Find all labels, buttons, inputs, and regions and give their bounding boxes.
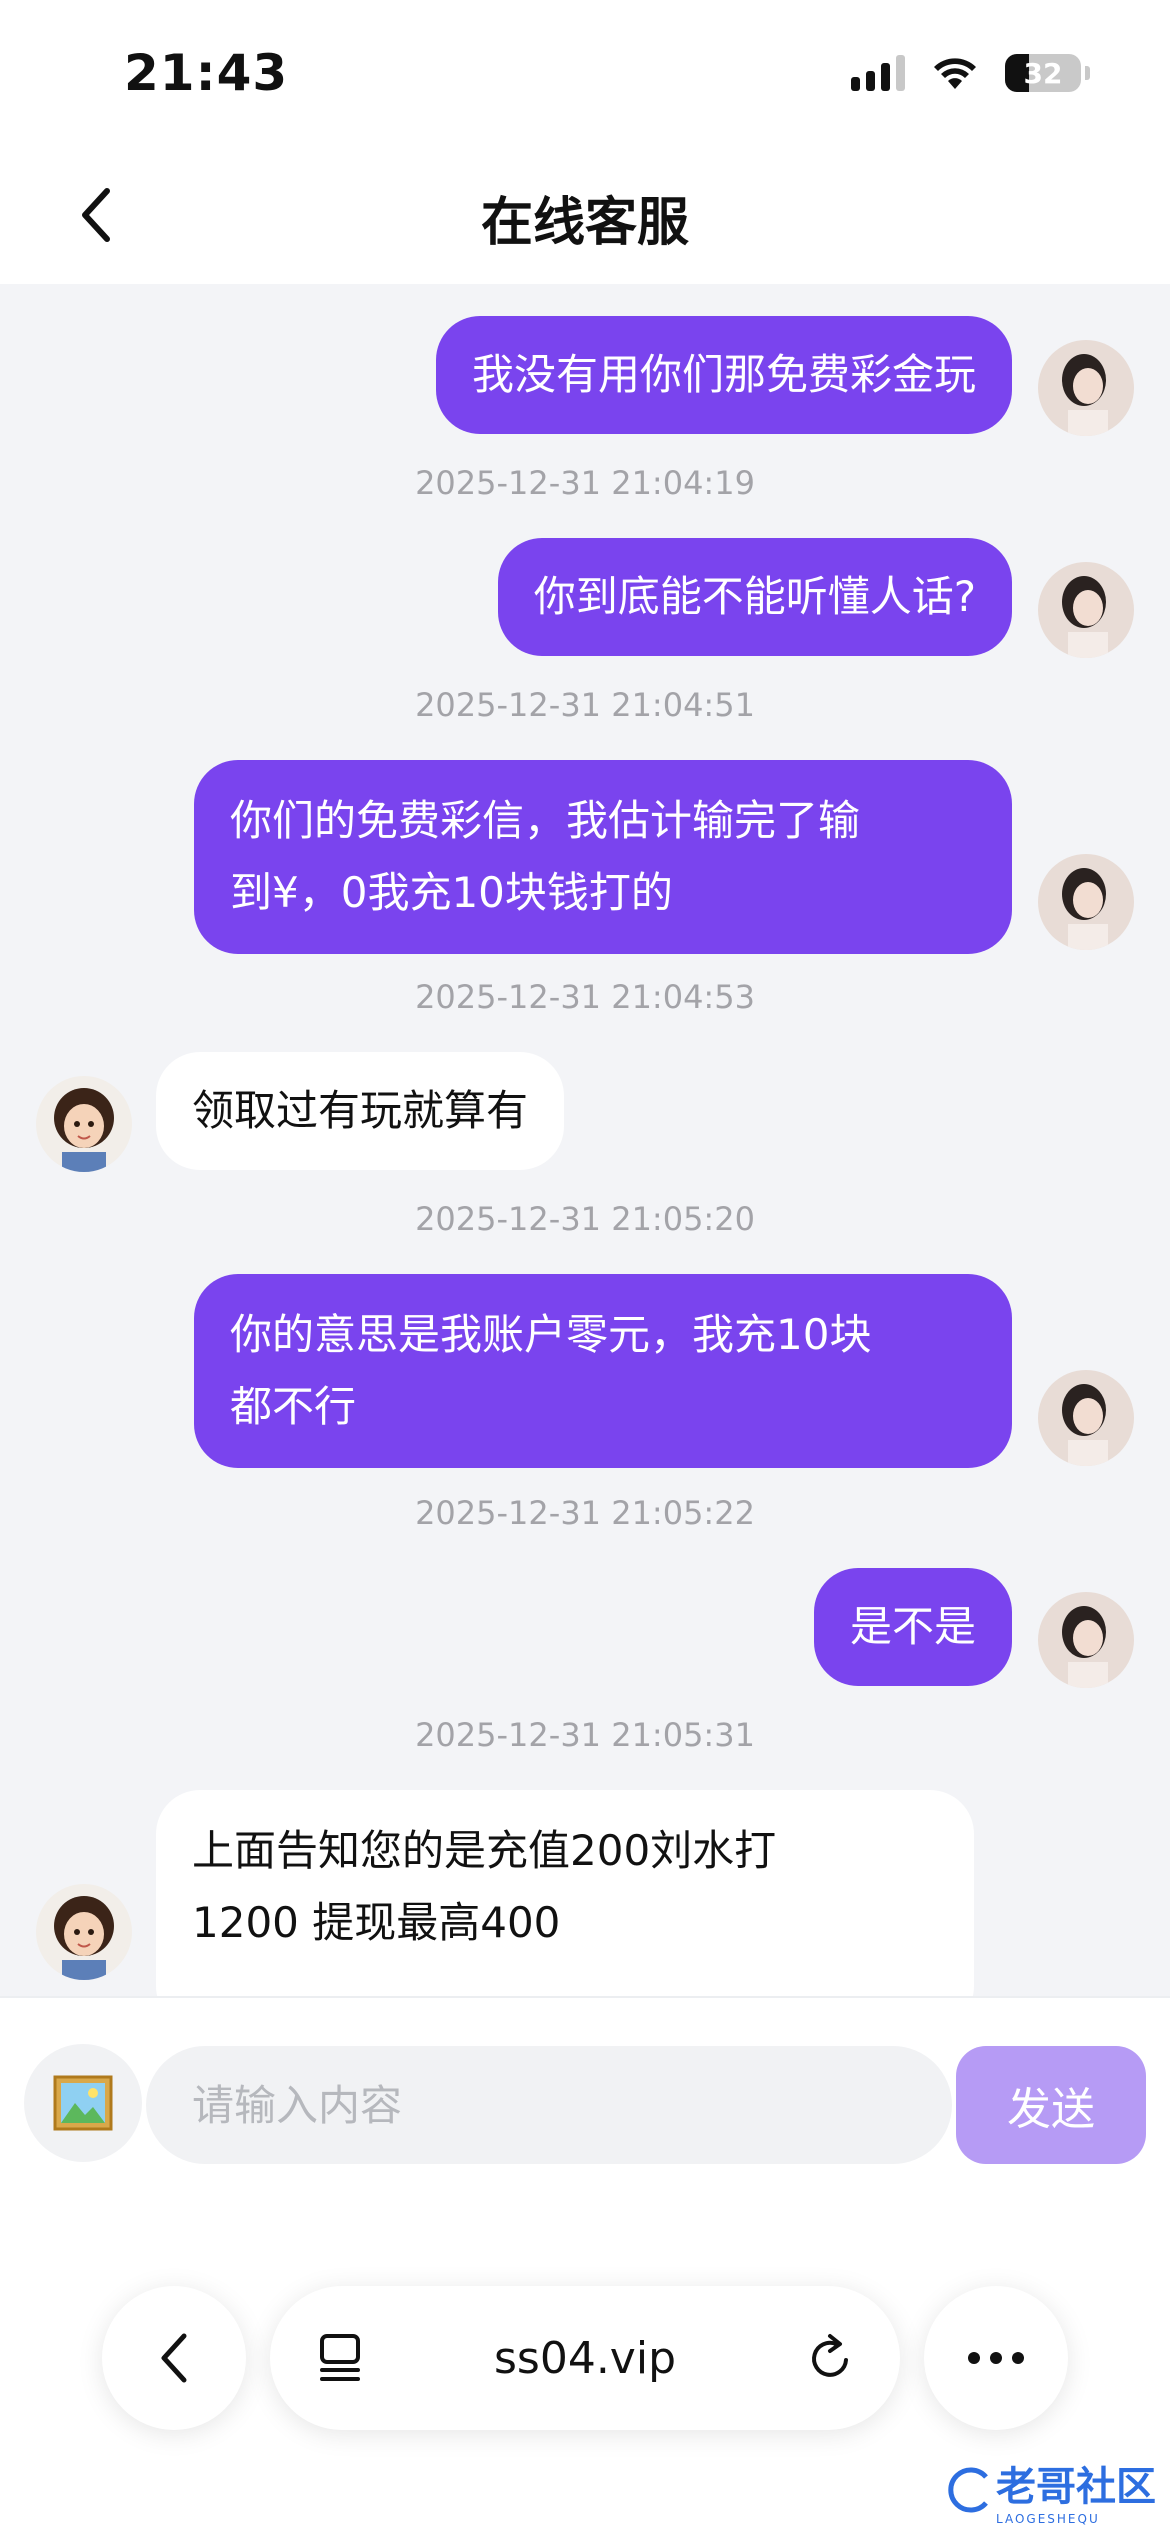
signal-icon bbox=[851, 55, 905, 91]
message-bubble-outgoing: 你们的免费彩信，我估计输完了输 到¥，0我充10块钱打的 bbox=[194, 760, 1012, 954]
browser-back-button[interactable] bbox=[102, 2286, 246, 2430]
message-text: 是不是 bbox=[849, 1602, 976, 1651]
url-text: ss04.vip bbox=[493, 2332, 676, 2384]
chat-messages[interactable]: 我没有用你们那免费彩金玩 2025-12-31 21:04:19 你到底能不能听… bbox=[0, 284, 1170, 1996]
user-avatar[interactable] bbox=[1038, 562, 1134, 658]
battery-cap bbox=[1085, 66, 1090, 80]
user-avatar[interactable] bbox=[1038, 340, 1134, 436]
dragon-logo-icon bbox=[948, 2467, 988, 2513]
message-text-line: 都不行 bbox=[230, 1382, 357, 1431]
chevron-left-icon bbox=[161, 2333, 187, 2383]
message-text: 我没有用你们那免费彩金玩 bbox=[471, 350, 976, 399]
image-upload-button[interactable] bbox=[24, 2044, 142, 2162]
browser-toolbar: ss04.vip 老哥社区 LAOGESHEQU bbox=[0, 2196, 1170, 2532]
address-bar[interactable]: ss04.vip bbox=[270, 2286, 900, 2430]
message-text: 你到底能不能听懂人话? bbox=[533, 572, 976, 621]
message-timestamp: 2025-12-31 21:04:19 bbox=[415, 464, 755, 502]
watermark: 老哥社区 LAOGESHEQU bbox=[946, 2454, 1156, 2526]
message-text: 领取过有玩就算有 bbox=[192, 1086, 529, 1135]
message-text-line: 上面告知您的是充值200刘水打 bbox=[192, 1826, 777, 1875]
more-icon bbox=[968, 2352, 1024, 2364]
message-timestamp: 2025-12-31 21:04:53 bbox=[415, 978, 755, 1016]
message-text-line: 你的意思是我账户零元，我充10块 bbox=[230, 1310, 872, 1359]
user-avatar[interactable] bbox=[1038, 1370, 1134, 1466]
status-icons: 32 bbox=[851, 54, 1090, 92]
message-text-line: 到¥，0我充10块钱打的 bbox=[230, 868, 673, 917]
battery-icon: 32 bbox=[1005, 54, 1081, 92]
send-button[interactable]: 发送 bbox=[956, 2046, 1146, 2164]
message-bubble-outgoing: 我没有用你们那免费彩金玩 bbox=[435, 316, 1012, 434]
tabs-icon bbox=[320, 2334, 360, 2381]
message-text-line: 1200 提现最高400 bbox=[192, 1898, 561, 1947]
watermark-subtext: LAOGESHEQU bbox=[996, 2512, 1100, 2526]
message-timestamp: 2025-12-31 21:05:20 bbox=[415, 1200, 755, 1238]
message-bubble-incoming: 领取过有玩就算有 bbox=[156, 1052, 565, 1170]
user-avatar[interactable] bbox=[1038, 854, 1134, 950]
message-bubble-incoming: 上面告知您的是充值200刘水打 1200 提现最高400 bbox=[156, 1790, 974, 1996]
chat-header: 在线客服 bbox=[0, 150, 1170, 284]
message-input-bar: 发送 bbox=[0, 1996, 1170, 2196]
battery-level: 32 bbox=[1023, 56, 1063, 90]
message-timestamp: 2025-12-31 21:05:22 bbox=[415, 1494, 755, 1532]
message-text-line: 你们的免费彩信，我估计输完了输 bbox=[230, 796, 861, 845]
message-bubble-outgoing: 是不是 bbox=[813, 1568, 1012, 1686]
picture-icon bbox=[53, 2075, 113, 2131]
message-timestamp: 2025-12-31 21:05:31 bbox=[415, 1716, 755, 1754]
status-time: 21:43 bbox=[124, 44, 289, 102]
message-bubble-outgoing: 你的意思是我账户零元，我充10块 都不行 bbox=[194, 1274, 1012, 1468]
status-bar: 21:43 32 bbox=[0, 0, 1170, 150]
message-timestamp: 2025-12-31 21:04:51 bbox=[415, 686, 755, 724]
reload-icon[interactable] bbox=[806, 2332, 856, 2384]
browser-more-button[interactable] bbox=[924, 2286, 1068, 2430]
page-title: 在线客服 bbox=[480, 193, 689, 253]
user-avatar[interactable] bbox=[1038, 1592, 1134, 1688]
agent-avatar[interactable] bbox=[36, 1076, 132, 1172]
watermark-text: 老哥社区 bbox=[996, 2464, 1156, 2510]
agent-avatar[interactable] bbox=[36, 1884, 132, 1980]
message-bubble-outgoing: 你到底能不能听懂人话? bbox=[497, 538, 1012, 656]
message-input[interactable] bbox=[146, 2046, 952, 2164]
wifi-icon bbox=[931, 55, 979, 91]
